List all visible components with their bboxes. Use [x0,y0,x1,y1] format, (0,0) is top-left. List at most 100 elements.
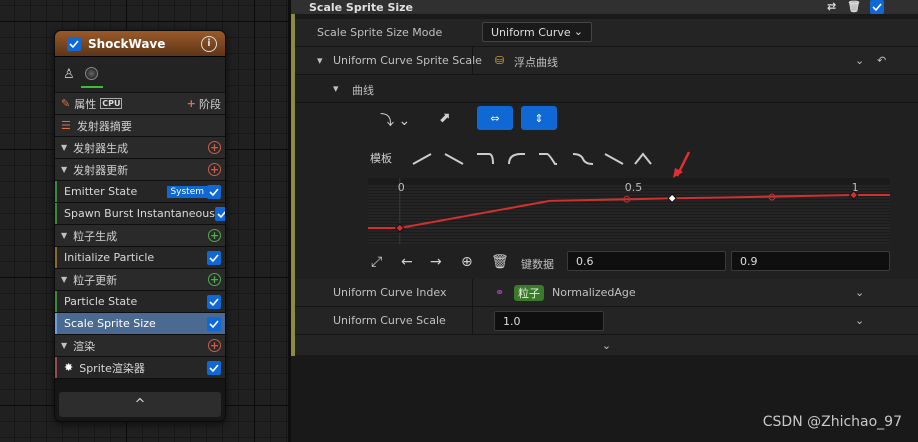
collapse-arrow-icon[interactable]: ▼ [61,143,67,152]
key-time-input[interactable]: 0.6 [567,251,726,271]
row-label: 粒子生成 [73,229,118,243]
collapse-arrow-icon[interactable]: ▼ [61,275,67,284]
module-checkbox[interactable] [207,360,221,375]
template-step [539,153,557,165]
module-row[interactable]: Scale Sprite Size [55,313,225,335]
curve-row: ▾ Uniform Curve Sprite Scale ⛁ 浮点曲线 ⌄ ↶ [295,47,918,75]
details-panel: Scale Sprite Size ⇄ 🗑 Scale Sprite Size … [291,0,918,442]
collapse-arrow-icon[interactable]: ▼ [61,165,67,174]
stage-row[interactable]: ▼ 发射器生成 + [55,137,225,159]
stage-row[interactable]: ▼ 渲染 + [55,335,225,357]
emitter-thumbnails: ♙ [55,57,225,93]
chevron-up-icon: ^ [134,397,146,412]
module-header[interactable]: Scale Sprite Size ⇄ 🗑 [291,0,918,14]
template-ease-out [477,153,494,165]
module-row[interactable]: Emitter State System [55,181,225,203]
delete-key-icon[interactable]: 🗑 [491,254,509,270]
plus-icon: + [186,97,196,110]
add-module-icon[interactable]: + [208,163,221,176]
mode-dropdown[interactable]: Uniform Curve ⌄ [482,22,592,42]
chevron-down-icon[interactable]: ⌄ [855,286,864,299]
collapse-arrow-icon[interactable]: ▼ [61,231,67,240]
stage-row[interactable]: ▼ 粒子更新 + [55,269,225,291]
tick-label: 0.5 [625,181,643,194]
scale-row: Uniform Curve Scale 1.0 ⌄ [295,307,918,335]
particle-badge: 粒子 [514,285,544,301]
sprite-icon: ✸ [64,361,74,374]
row-label: Spawn Burst Instantaneous [64,207,215,220]
template-linear-down [444,153,464,165]
stage-row[interactable]: ▼ 粒子生成 + [55,225,225,247]
module-enable-checkbox[interactable] [870,0,884,14]
trash-icon[interactable]: 🗑 [847,0,861,13]
arrow-left-icon[interactable]: ← [401,254,413,270]
fit-horizontal-button[interactable]: ⇔ [477,106,513,130]
module-checkbox[interactable] [207,294,221,309]
stage-row[interactable]: ▼ 发射器更新 + [55,159,225,181]
curve-group-label: 曲线 [352,84,374,97]
mesh-preview[interactable] [80,62,103,88]
emitter-summary-row[interactable]: ☰ 发射器摘要 [55,115,225,137]
tick-label: 0 [398,181,405,194]
chevron-down-icon: ⌄ [573,25,583,38]
shuffle-icon[interactable]: ⇄ [827,0,836,13]
fit-vertical-icon: ⇕ [534,111,544,125]
add-key-icon[interactable]: ⊕ [461,254,473,270]
curve-group-row: ▾ 曲线 [295,75,918,103]
add-module-icon[interactable]: + [208,229,221,242]
row-label: 发射器生成 [73,141,129,155]
summary-label: 发射器摘要 [76,119,132,133]
advanced-toggle[interactable]: ⌄ [295,335,918,355]
emitter-title: ShockWave [88,36,166,51]
expand-arrow-icon[interactable]: ▾ [317,54,323,67]
collapse-button[interactable]: ^ [59,392,221,417]
curve-line [368,194,900,229]
emitter-node[interactable]: ShockWave i ♙ ✎ 属性 CPU + 阶段 ☰ 发射器摘要 ▼ 发射器… [54,30,226,422]
module-checkbox[interactable] [207,184,221,199]
index-row: Uniform Curve Index ⚭ 粒子 NormalizedAge ⌄ [295,279,918,307]
module-row[interactable]: Particle State [55,291,225,313]
person-icon: ♙ [63,67,75,82]
add-module-icon[interactable]: + [208,141,221,154]
reset-icon[interactable]: ↶ [877,54,886,67]
curve-graph[interactable]: 0 0.5 1 [368,178,900,244]
curve-type: 浮点曲线 [514,56,558,69]
module-row[interactable]: Initialize Particle [55,247,225,269]
arrow-right-icon[interactable]: → [430,254,442,270]
module-checkbox[interactable] [207,250,221,265]
info-icon[interactable]: i [201,35,217,52]
key-value-input[interactable]: 0.9 [731,251,890,271]
module-checkbox[interactable] [207,316,221,331]
row-label: Scale Sprite Size [64,317,156,330]
index-value: NormalizedAge [552,286,636,299]
add-stage-button[interactable]: + 阶段 [187,96,221,112]
database-icon: ⛁ [495,54,505,67]
add-module-icon[interactable]: + [208,273,221,286]
module-checkbox[interactable] [214,206,225,221]
add-module-icon[interactable]: + [208,339,221,352]
template-smooth-down [572,153,594,165]
cpu-badge: CPU [100,98,123,109]
row-label: Particle State [64,295,138,308]
chevron-down-icon: ⌄ [601,338,612,352]
module-row[interactable]: ✸ Sprite渲染器 [55,357,225,379]
row-label: Sprite渲染器 [79,361,145,375]
properties-label: 属性 [74,97,97,111]
stage-label: 阶段 [199,97,221,111]
template-ease-in [508,153,525,165]
pencil-icon: ✎ [61,97,71,110]
interpolation-icon[interactable]: ⤵ ⌄ [380,110,410,130]
collapse-arrow-icon[interactable]: ▼ [61,341,67,350]
external-link-icon[interactable]: ⬈ [439,110,451,126]
scale-input[interactable]: 1.0 [494,311,604,331]
list-icon: ☰ [61,119,71,132]
emitter-enable-checkbox[interactable] [67,36,81,51]
expand-icon[interactable]: ⤢ [371,254,382,270]
chevron-down-icon[interactable]: ⌄ [855,54,864,67]
expand-arrow-icon[interactable]: ▾ [333,82,339,95]
fit-vertical-button[interactable]: ⇕ [521,106,557,130]
chevron-down-icon[interactable]: ⌄ [855,314,864,327]
module-row[interactable]: Spawn Burst Instantaneous [55,203,225,225]
properties-row[interactable]: ✎ 属性 CPU + 阶段 [55,93,225,115]
emitter-header[interactable]: ShockWave i [55,31,225,57]
